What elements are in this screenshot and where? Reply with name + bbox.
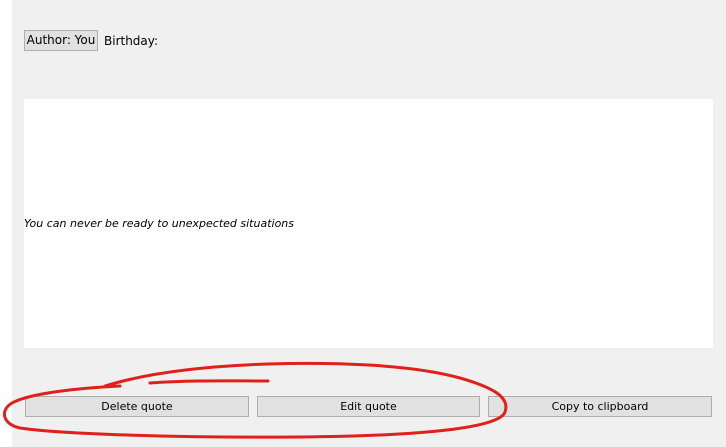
birthday-label: Birthday: xyxy=(104,34,159,48)
edit-quote-button[interactable]: Edit quote xyxy=(257,396,480,417)
annotation-top-stroke xyxy=(148,379,270,385)
delete-quote-button[interactable]: Delete quote xyxy=(25,396,249,417)
window-left-edge xyxy=(0,0,12,447)
copy-to-clipboard-button[interactable]: Copy to clipboard xyxy=(488,396,712,417)
author-button[interactable]: Author: You xyxy=(24,30,98,51)
quote-panel: You can never be ready to unexpected sit… xyxy=(24,99,713,348)
quote-text: You can never be ready to unexpected sit… xyxy=(24,217,294,230)
